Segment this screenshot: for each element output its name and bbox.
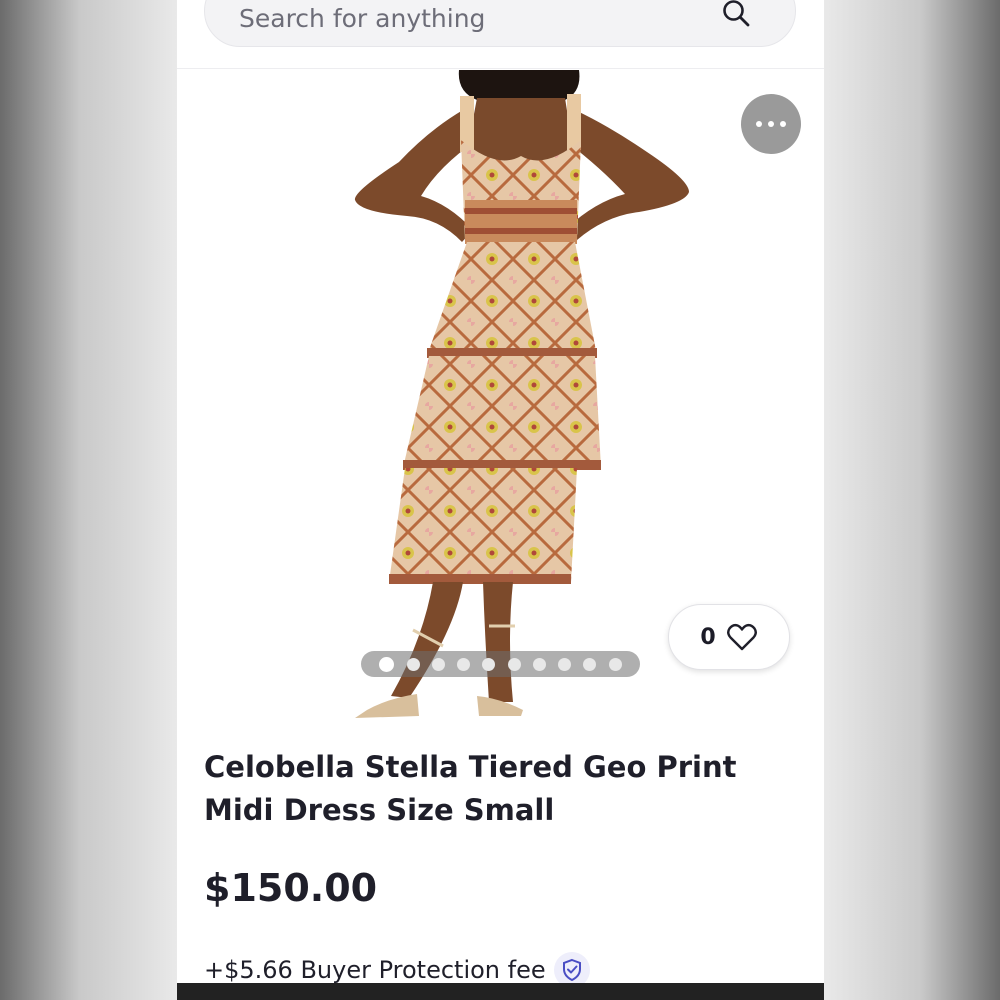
- carousel-dot[interactable]: [431, 657, 445, 671]
- like-button[interactable]: 0: [668, 604, 790, 670]
- background-right: [824, 0, 1000, 1000]
- search-input[interactable]: [239, 0, 719, 38]
- carousel-dot[interactable]: [482, 657, 496, 671]
- carousel-dot[interactable]: [558, 657, 572, 671]
- search-icon[interactable]: [721, 0, 751, 28]
- app-screen: 0 Celobella Stella Tiered Geo Print Midi…: [177, 0, 824, 1000]
- product-price: $150.00: [204, 866, 378, 910]
- carousel-dot[interactable]: [532, 657, 546, 671]
- carousel-dot[interactable]: [507, 657, 521, 671]
- background-left: [0, 0, 177, 1000]
- more-options-button[interactable]: [741, 94, 801, 154]
- carousel-dot[interactable]: [583, 657, 597, 671]
- buyer-protection-fee: +$5.66 Buyer Protection fee: [204, 956, 546, 984]
- carousel-dot[interactable]: [379, 656, 395, 672]
- header-divider: [177, 68, 824, 69]
- heart-icon: [726, 623, 757, 651]
- search-bar[interactable]: [204, 0, 796, 47]
- carousel-dot[interactable]: [406, 657, 420, 671]
- more-horizontal-icon: [756, 121, 786, 127]
- product-title: Celobella Stella Tiered Geo Print Midi D…: [204, 750, 737, 827]
- image-carousel-indicator[interactable]: [361, 651, 640, 677]
- carousel-dot[interactable]: [608, 657, 622, 671]
- bottom-bar: [177, 983, 824, 1000]
- like-count: 0: [700, 624, 716, 650]
- carousel-dot[interactable]: [457, 657, 471, 671]
